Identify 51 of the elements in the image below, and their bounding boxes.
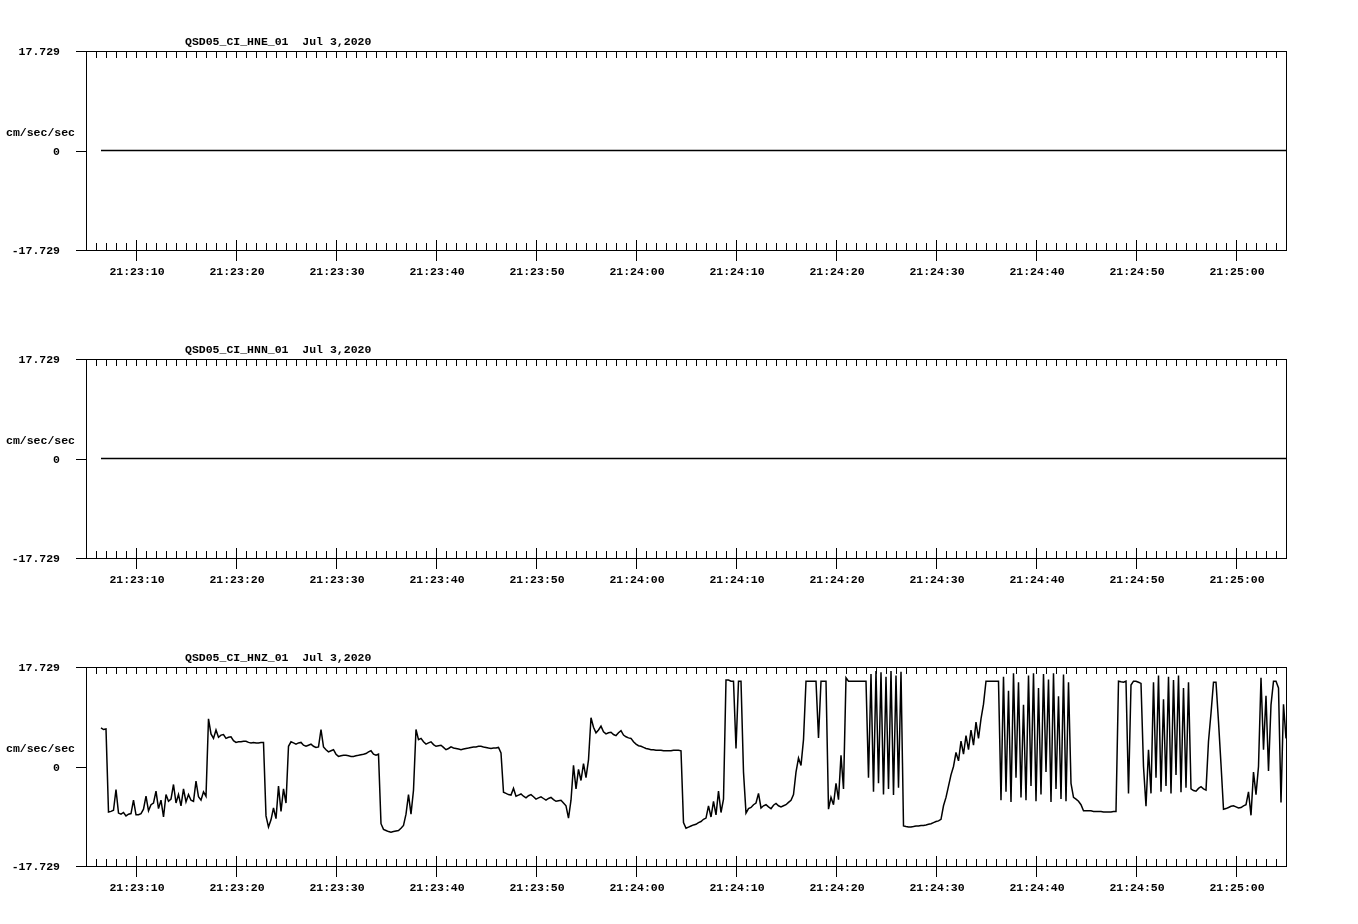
chart-title: QSD05_CI_HNE_01 Jul 3,2020 [185,35,372,48]
x-tick-label: 21:24:00 [609,881,665,894]
x-tick-label: 21:24:20 [809,881,865,894]
x-tick-label: 21:23:10 [109,265,165,278]
x-tick-label: 21:24:10 [709,881,765,894]
x-tick-label: 21:25:00 [1209,265,1265,278]
x-tick-label: 21:25:00 [1209,573,1265,586]
x-tick-label: 21:24:40 [1009,573,1065,586]
x-tick-label: 21:24:10 [709,265,765,278]
chart-title: QSD05_CI_HNN_01 Jul 3,2020 [185,343,372,356]
y-tick-label: -17.729 [11,552,60,565]
x-tick-label: 21:24:40 [1009,881,1065,894]
x-tick-label: 21:24:40 [1009,265,1065,278]
x-tick-label: 21:23:10 [109,881,165,894]
x-tick-label: 21:23:40 [409,265,465,278]
x-tick-label: 21:23:30 [309,573,365,586]
x-tick-label: 21:23:20 [209,573,265,586]
x-tick-label: 21:23:30 [309,265,365,278]
y-tick-label: 17.729 [18,45,60,58]
x-tick-label: 21:23:30 [309,881,365,894]
y-tick-label: 0 [53,452,60,466]
x-tick-label: 21:23:20 [209,265,265,278]
y-tick-label: 17.729 [18,661,60,674]
x-tick-label: 21:24:50 [1109,881,1165,894]
x-tick-label: 21:23:20 [209,881,265,894]
x-tick-label: 21:24:30 [909,573,965,586]
x-tick-label: 21:24:50 [1109,265,1165,278]
y-axis-title: cm/sec/sec [6,741,75,755]
x-tick-label: 21:23:40 [409,573,465,586]
x-tick-label: 21:23:40 [409,881,465,894]
y-tick-label: -17.729 [11,860,60,873]
x-tick-label: 21:23:50 [509,573,565,586]
y-axis-title: cm/sec/sec [6,433,75,447]
y-axis-title: cm/sec/sec [6,125,75,139]
x-tick-label: 21:23:50 [509,265,565,278]
x-tick-label: 21:23:10 [109,573,165,586]
x-tick-label: 21:24:00 [609,573,665,586]
x-tick-label: 21:24:00 [609,265,665,278]
y-tick-label: -17.729 [11,244,60,257]
x-tick-label: 21:24:30 [909,881,965,894]
y-tick-label: 17.729 [18,353,60,366]
chart-title: QSD05_CI_HNZ_01 Jul 3,2020 [185,651,372,664]
x-tick-label: 21:24:10 [709,573,765,586]
x-tick-label: 21:24:50 [1109,573,1165,586]
x-tick-label: 21:24:20 [809,573,865,586]
x-tick-label: 21:25:00 [1209,881,1265,894]
x-tick-label: 21:24:30 [909,265,965,278]
y-tick-label: 0 [53,144,60,158]
x-tick-label: 21:24:20 [809,265,865,278]
x-tick-label: 21:23:50 [509,881,565,894]
y-tick-label: 0 [53,760,60,774]
